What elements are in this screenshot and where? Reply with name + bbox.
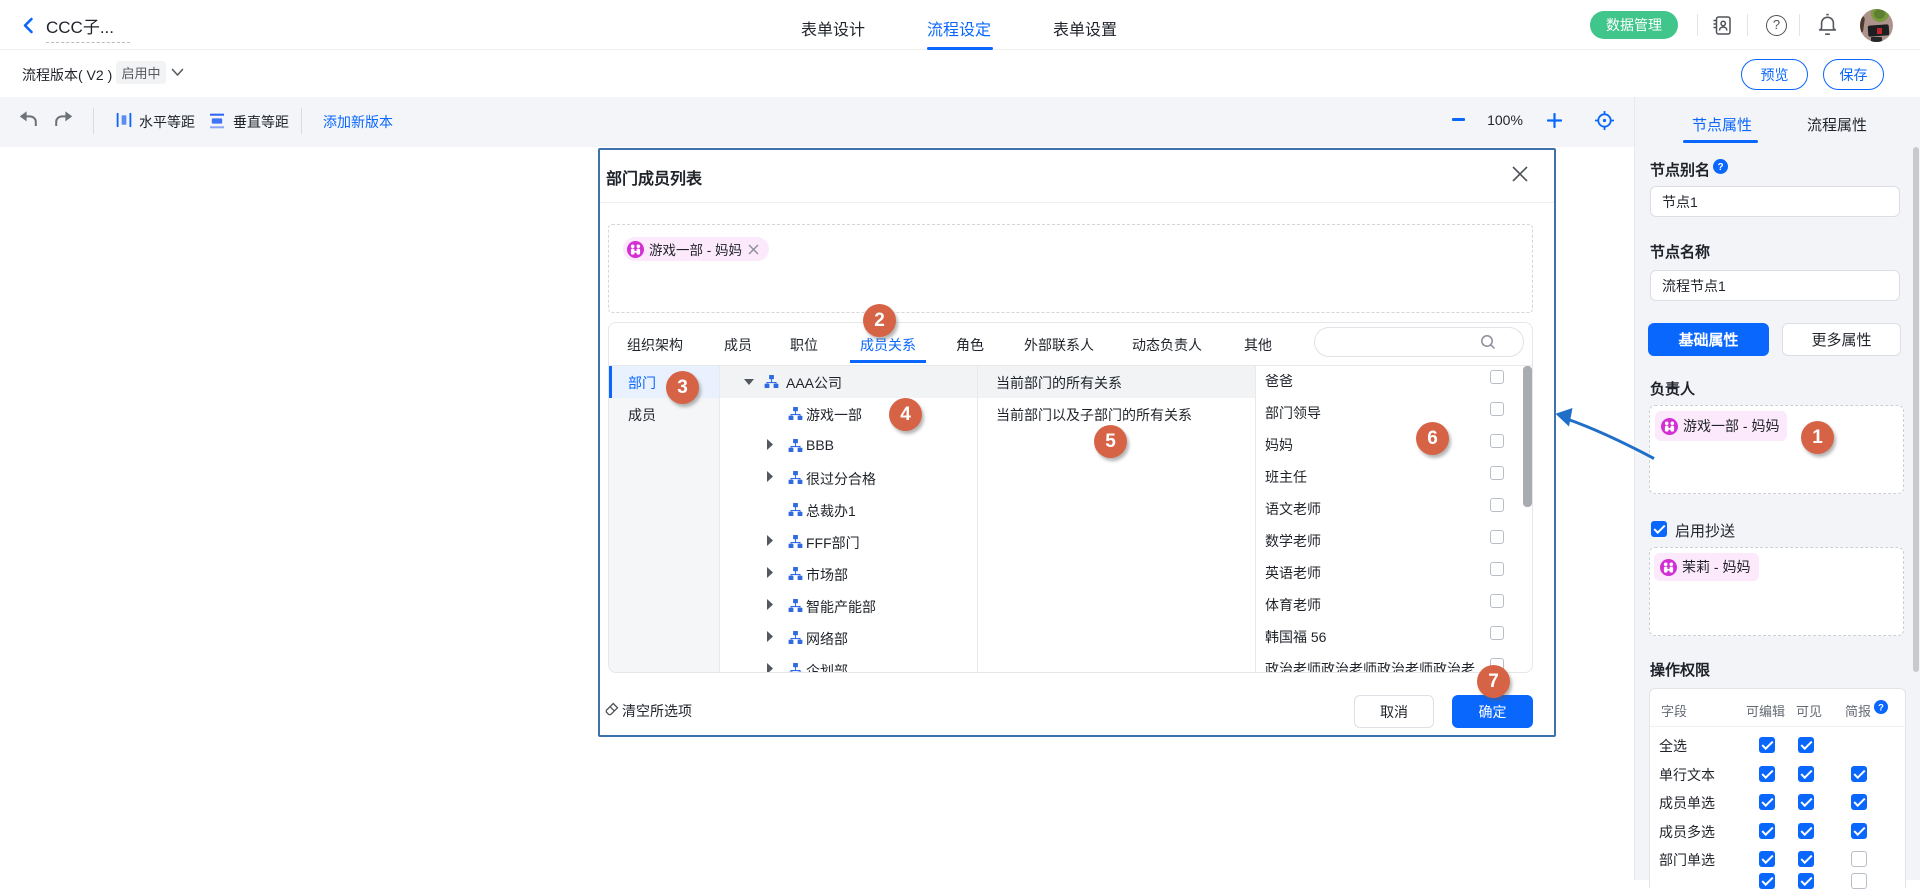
svg-text:?: ? xyxy=(1717,162,1723,173)
svg-text:?: ? xyxy=(1878,702,1884,713)
